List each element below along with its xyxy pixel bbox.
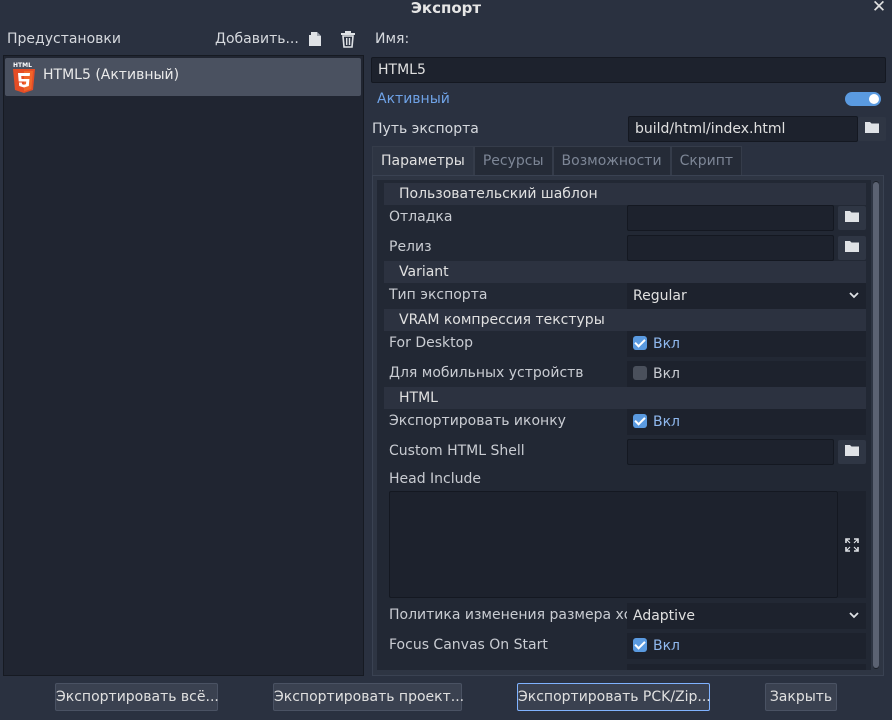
focus-canvas-checkbox[interactable]: Вкл	[627, 633, 866, 659]
section-variant: Variant	[384, 261, 866, 283]
export-type-value: Regular	[633, 288, 687, 304]
head-include-label: Head Include	[389, 471, 482, 487]
for-mobile-checkbox[interactable]: Вкл	[627, 361, 866, 387]
preset-item-label: HTML5 (Активный)	[43, 67, 180, 83]
tab-resources[interactable]: Ресурсы	[473, 146, 553, 176]
export-path-folder-button[interactable]	[858, 117, 886, 141]
for-desktop-label: For Desktop	[389, 335, 474, 351]
tab-parameters[interactable]: Параметры	[372, 146, 474, 176]
tab-script[interactable]: Скрипт	[670, 146, 743, 176]
presets-list	[3, 55, 364, 676]
checkbox-checked-icon	[633, 336, 647, 350]
options-scrollbar-thumb[interactable]	[873, 182, 879, 668]
resize-policy-label: Политика изменения размера хо	[389, 607, 633, 623]
trash-icon[interactable]	[340, 30, 360, 50]
name-input[interactable]: HTML5	[371, 57, 886, 83]
debug-template-input[interactable]	[627, 205, 834, 231]
tab-features[interactable]: Возможности	[552, 146, 671, 176]
folder-icon	[845, 444, 859, 460]
presets-label: Предустановки	[7, 31, 121, 47]
export-all-button[interactable]: Экспортировать всё...	[55, 683, 219, 711]
html5-icon: HTML	[11, 61, 37, 93]
custom-shell-folder-button[interactable]	[838, 440, 866, 464]
folder-icon	[845, 240, 859, 256]
active-toggle[interactable]	[845, 92, 881, 106]
section-vram-compression: VRAM компрессия текстуры	[384, 309, 866, 331]
export-pck-zip-button[interactable]: Экспортировать PCK/Zip...	[517, 683, 711, 711]
resize-policy-value: Adaptive	[633, 608, 695, 624]
export-icon-label: Экспортировать иконку	[389, 413, 566, 429]
checkbox-unchecked-icon	[633, 366, 647, 380]
section-html: HTML	[384, 387, 866, 409]
release-template-input[interactable]	[627, 235, 834, 261]
export-path-label: Путь экспорта	[372, 121, 479, 137]
release-label: Релиз	[389, 239, 432, 255]
add-preset-button[interactable]: Добавить...	[215, 31, 299, 47]
export-path-input[interactable]: build/html/index.html	[628, 116, 858, 142]
section-custom-template: Пользовательский шаблон	[384, 183, 866, 205]
preset-item-html5[interactable]: HTML HTML5 (Активный)	[5, 58, 361, 96]
close-button[interactable]: Закрыть	[765, 683, 837, 711]
custom-shell-label: Custom HTML Shell	[389, 443, 525, 459]
export-type-select[interactable]: Regular	[627, 283, 866, 309]
debug-folder-button[interactable]	[838, 206, 866, 230]
options-tabs: Параметры Ресурсы Возможности Скрипт	[372, 146, 743, 176]
checkbox-checked-icon	[633, 414, 647, 428]
focus-canvas-label: Focus Canvas On Start	[389, 637, 548, 653]
name-label: Имя:	[375, 31, 410, 47]
toggle-knob	[869, 94, 879, 104]
for-desktop-checkbox[interactable]: Вкл	[627, 331, 866, 357]
folder-icon	[865, 121, 879, 137]
head-include-textarea[interactable]	[389, 491, 838, 598]
focus-canvas-value: Вкл	[653, 638, 681, 654]
debug-label: Отладка	[389, 209, 453, 225]
resize-policy-select[interactable]: Adaptive	[627, 603, 866, 629]
for-mobile-label: Для мобильных устройств	[389, 365, 584, 381]
export-project-button[interactable]: Экспортировать проект...	[273, 683, 464, 711]
active-label: Активный	[377, 91, 450, 107]
for-mobile-value: Вкл	[653, 366, 681, 382]
window-title: Экспорт	[410, 0, 482, 17]
folder-icon	[845, 210, 859, 226]
duplicate-icon[interactable]	[308, 30, 328, 50]
release-folder-button[interactable]	[838, 236, 866, 260]
checkbox-checked-icon	[633, 638, 647, 652]
expand-icon[interactable]	[844, 537, 860, 553]
export-type-label: Тип экспорта	[389, 287, 488, 303]
svg-text:HTML: HTML	[13, 62, 32, 69]
for-desktop-value: Вкл	[653, 336, 681, 352]
custom-shell-input[interactable]	[627, 439, 834, 465]
export-icon-checkbox[interactable]: Вкл	[627, 409, 866, 435]
next-row-peek	[627, 664, 866, 670]
close-icon[interactable]: ✕	[870, 0, 888, 16]
export-icon-value: Вкл	[653, 414, 681, 430]
